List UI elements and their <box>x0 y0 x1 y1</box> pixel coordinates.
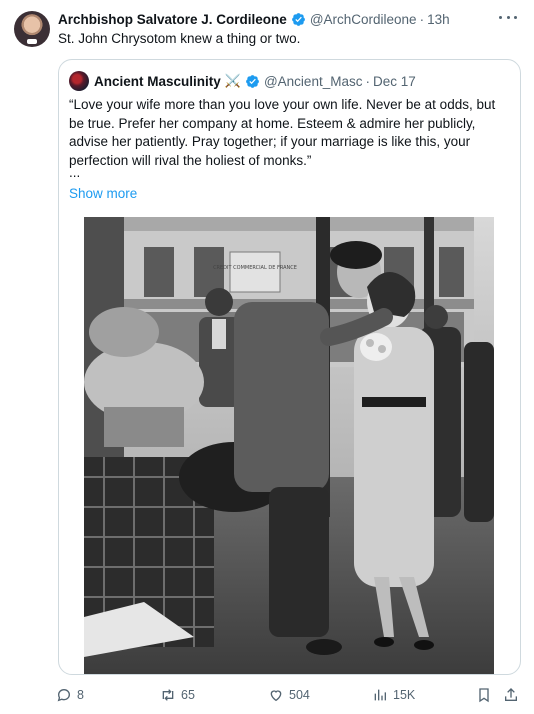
share-icon <box>505 688 517 701</box>
like-button[interactable]: 504 <box>268 684 310 706</box>
tweet[interactable]: Archbishop Salvatore J. Cordileone @Arch… <box>0 0 534 714</box>
author-avatar[interactable] <box>14 11 50 47</box>
bookmark-button[interactable] <box>476 684 492 706</box>
timestamp[interactable]: 13h <box>427 12 450 27</box>
reply-button[interactable]: 8 <box>56 684 84 706</box>
action-bar: 8 65 504 15K <box>0 684 534 706</box>
author-handle[interactable]: @ArchCordileone <box>310 12 417 27</box>
like-count: 504 <box>289 688 310 702</box>
tweet-text: St. John Chrysotom knew a thing or two. <box>58 31 301 46</box>
crossed-swords-emoji: ⚔️ <box>224 73 241 88</box>
more-icon[interactable] <box>499 9 517 25</box>
repost-icon <box>162 689 174 701</box>
reply-icon <box>57 688 71 702</box>
views-count: 15K <box>393 688 416 702</box>
like-icon <box>270 690 282 702</box>
quoted-author-name[interactable]: Ancient Masculinity <box>94 74 221 89</box>
quoted-author-handle[interactable]: @Ancient_Masc <box>264 74 363 89</box>
quoted-date[interactable]: Dec 17 <box>373 74 416 89</box>
separator-dot: · <box>365 73 370 89</box>
building-sign: CREDIT COMMERCIAL DE FRANCE <box>213 265 297 271</box>
bookmark-icon <box>479 688 489 703</box>
quoted-avatar[interactable] <box>69 71 89 91</box>
quoted-photo[interactable]: CREDIT COMMERCIAL DE FRANCE <box>84 217 494 674</box>
tweet-header: Archbishop Salvatore J. Cordileone @Arch… <box>58 9 450 29</box>
show-more-link[interactable]: Show more <box>69 186 137 201</box>
reply-count: 8 <box>77 688 84 702</box>
quoted-tweet[interactable]: Ancient Masculinity ⚔️ @Ancient_Masc · D… <box>58 59 521 675</box>
repost-button[interactable]: 65 <box>160 684 195 706</box>
quoted-header: Ancient Masculinity ⚔️ @Ancient_Masc · D… <box>69 71 416 91</box>
verified-icon <box>246 74 259 88</box>
quoted-text: “Love your wife more than you love your … <box>69 97 496 168</box>
views-button[interactable]: 15K <box>372 684 415 706</box>
quoted-ellipsis: ... <box>69 165 81 180</box>
author-name[interactable]: Archbishop Salvatore J. Cordileone <box>58 12 287 27</box>
separator-dot: · <box>419 11 425 27</box>
share-button[interactable] <box>503 684 519 706</box>
couple-photo-illustration: CREDIT COMMERCIAL DE FRANCE <box>84 217 494 674</box>
repost-count: 65 <box>181 688 195 702</box>
views-icon <box>374 689 386 701</box>
verified-icon <box>291 12 305 26</box>
